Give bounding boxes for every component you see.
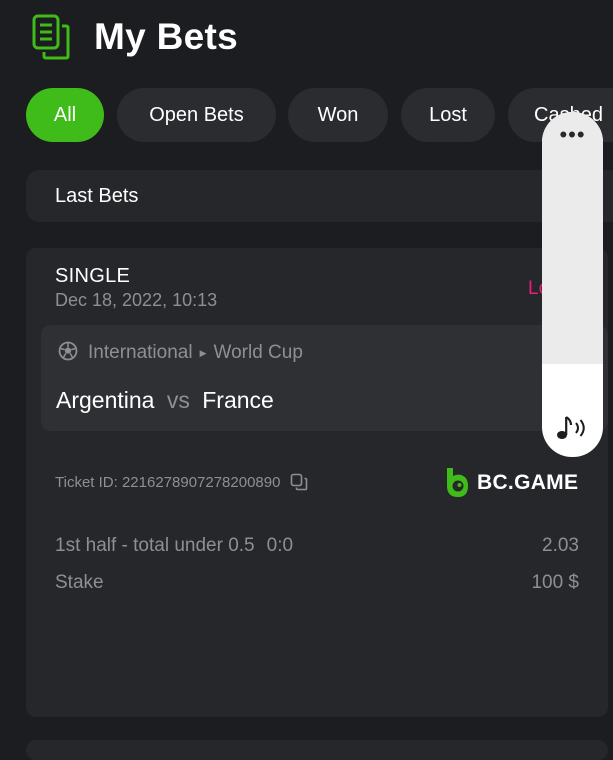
sound-icon[interactable] (556, 415, 590, 441)
bc-game-logo-icon (447, 468, 468, 497)
selection-odds: 2.03 (542, 535, 579, 556)
league-label: World Cup (213, 342, 303, 363)
selection-label: 1st half - total under 0.5 (55, 535, 255, 556)
stake-label: Stake (55, 572, 104, 593)
page-title: My Bets (94, 16, 238, 57)
bet-date: Dec 18, 2022, 10:13 (55, 290, 218, 310)
selection-row: 1st half - total under 0.5 0:0 (55, 535, 293, 557)
event-box[interactable]: International ▶ World Cup Argentina vs F… (41, 325, 608, 431)
filter-label: Lost (429, 103, 467, 126)
last-bets-dropdown[interactable]: Last Bets (26, 170, 613, 222)
next-bet-card[interactable] (26, 740, 608, 760)
filter-label: All (53, 103, 77, 126)
category-label: International (88, 342, 193, 363)
brand-name: BC.GAME (477, 470, 579, 494)
filter-open-bets[interactable]: Open Bets (117, 88, 276, 142)
filter-label: Won (317, 103, 359, 126)
filter-all[interactable]: All (26, 88, 104, 142)
breadcrumb-arrow-icon: ▶ (199, 347, 207, 358)
vs-label: vs (166, 387, 190, 413)
stake-value: 100 $ (531, 572, 579, 593)
team-away: France (202, 387, 274, 413)
bet-card[interactable]: SINGLE Dec 18, 2022, 10:13 Lost Internat… (26, 248, 608, 717)
brand-logo: BC.GAME (445, 466, 578, 499)
league-breadcrumb: International ▶ World Cup (88, 342, 303, 364)
team-home: Argentina (56, 387, 155, 413)
selection-score: 0:0 (266, 535, 294, 556)
filter-tabs: All Open Bets Won Lost Cashed (26, 88, 613, 142)
bets-list-icon (32, 14, 70, 60)
more-options-icon[interactable]: ••• (542, 122, 603, 148)
ticket-id-row: Ticket ID: 2216278907278200890 (55, 473, 308, 491)
ticket-id: Ticket ID: 2216278907278200890 (55, 473, 281, 491)
filter-label: Open Bets (149, 103, 244, 126)
filter-won[interactable]: Won (288, 88, 388, 142)
filter-lost[interactable]: Lost (401, 88, 495, 142)
bet-type: SINGLE (55, 265, 131, 287)
soccer-ball-icon (58, 341, 78, 361)
page-header: My Bets (32, 14, 238, 60)
copy-icon[interactable] (290, 473, 308, 491)
section-title: Last Bets (55, 185, 139, 207)
volume-overlay-panel[interactable]: ••• (542, 112, 603, 457)
match-title: Argentina vs France (56, 387, 274, 414)
volume-track[interactable] (542, 112, 603, 364)
